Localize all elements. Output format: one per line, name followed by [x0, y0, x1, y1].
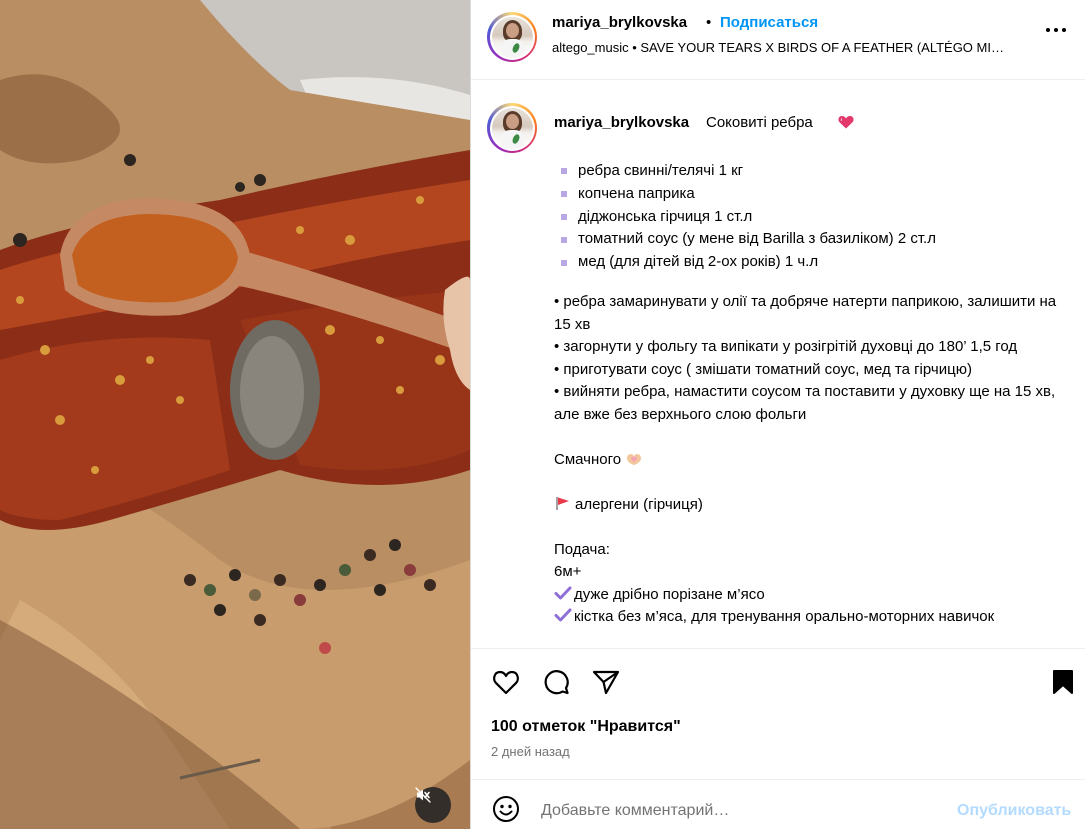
ingredients-list: ребра свинні/телячі 1 кг копчена паприка…: [561, 160, 936, 274]
enjoy-line: Смачного: [554, 449, 1074, 472]
list-item: мед (для дітей від 2-ох років) 1 ч.л: [561, 251, 936, 274]
post-comment-button[interactable]: Опубликовать: [957, 802, 1071, 820]
heart-outline-icon: [493, 670, 519, 695]
heart-icon: [838, 116, 854, 129]
allergens-line: алергени (гірчиця): [554, 494, 1074, 517]
post-media[interactable]: [0, 0, 470, 829]
share-button[interactable]: [591, 667, 621, 697]
heart-hands-icon: [627, 453, 642, 465]
comment-button[interactable]: [541, 667, 571, 697]
square-bullet-icon: [561, 236, 567, 243]
follow-button[interactable]: Подписаться: [720, 14, 818, 31]
author-username[interactable]: mariya_brylkovska: [552, 14, 687, 31]
serving-age: 6м+: [554, 563, 582, 580]
list-item: діджонська гірчиця 1 ст.л: [561, 206, 936, 229]
square-bullet-icon: [561, 213, 567, 220]
square-bullet-icon: [561, 259, 567, 266]
step-text: • ребра замаринувати у олії та добряче н…: [554, 293, 1057, 333]
mute-button[interactable]: [415, 787, 451, 823]
emoji-button[interactable]: [491, 794, 521, 824]
caption-title: Соковиті ребра: [706, 114, 813, 131]
caption-username[interactable]: mariya_brylkovska: [554, 114, 689, 131]
square-bullet-icon: [561, 191, 567, 198]
avatar[interactable]: [487, 12, 537, 62]
likes-count[interactable]: 100 отметок "Нравится": [491, 718, 681, 736]
smiley-icon: [493, 796, 519, 822]
list-item: копчена паприка: [561, 183, 936, 206]
step-text: • приготувати соус ( змішати томатний со…: [554, 360, 972, 378]
step-text: • вийняти ребра, намастити соусом та пос…: [554, 383, 1056, 423]
send-icon: [592, 670, 620, 695]
muted-speaker-icon: [415, 787, 431, 803]
more-options-icon[interactable]: [1046, 28, 1070, 36]
step-text: • загорнути у фольгу та випікати у розіг…: [554, 338, 1018, 355]
serving-item: кістка без м’яса, для тренування орально…: [554, 606, 1074, 629]
post-actions: 100 отметок "Нравится" 2 дней назад Опуб…: [471, 648, 1085, 823]
serving-item: дуже дрібно порізане м’ясо: [554, 584, 1074, 607]
list-item: ребра свинні/телячі 1 кг: [561, 160, 936, 183]
square-bullet-icon: [561, 168, 567, 175]
check-mark-icon: [554, 608, 572, 622]
caption-area: mariya_brylkovska Соковиті ребра ребра с…: [471, 81, 1085, 648]
save-button[interactable]: [1048, 667, 1078, 697]
music-attribution[interactable]: altego_music • SAVE YOUR TEARS X BIRDS O…: [552, 40, 1032, 55]
red-flag-icon: [556, 496, 569, 510]
caption-body: • ребра замаринувати у олії та добряче н…: [554, 291, 1074, 629]
caption-avatar[interactable]: [487, 103, 537, 153]
comment-icon: [544, 670, 569, 695]
like-button[interactable]: [491, 667, 521, 697]
post-details-panel: mariya_brylkovska • Подписаться altego_m…: [470, 0, 1085, 829]
check-mark-icon: [554, 586, 572, 599]
bookmark-filled-icon: [1053, 670, 1073, 694]
food-photo: [0, 0, 470, 829]
separator-dot: •: [706, 14, 712, 31]
comment-form: Опубликовать: [471, 779, 1085, 829]
serving-title: Подача:: [554, 540, 610, 558]
post-time[interactable]: 2 дней назад: [491, 744, 570, 759]
post-header: mariya_brylkovska • Подписаться altego_m…: [471, 0, 1085, 80]
comment-input[interactable]: [541, 802, 941, 820]
list-item: томатний соус (у мене від Barilla з бази…: [561, 228, 936, 251]
